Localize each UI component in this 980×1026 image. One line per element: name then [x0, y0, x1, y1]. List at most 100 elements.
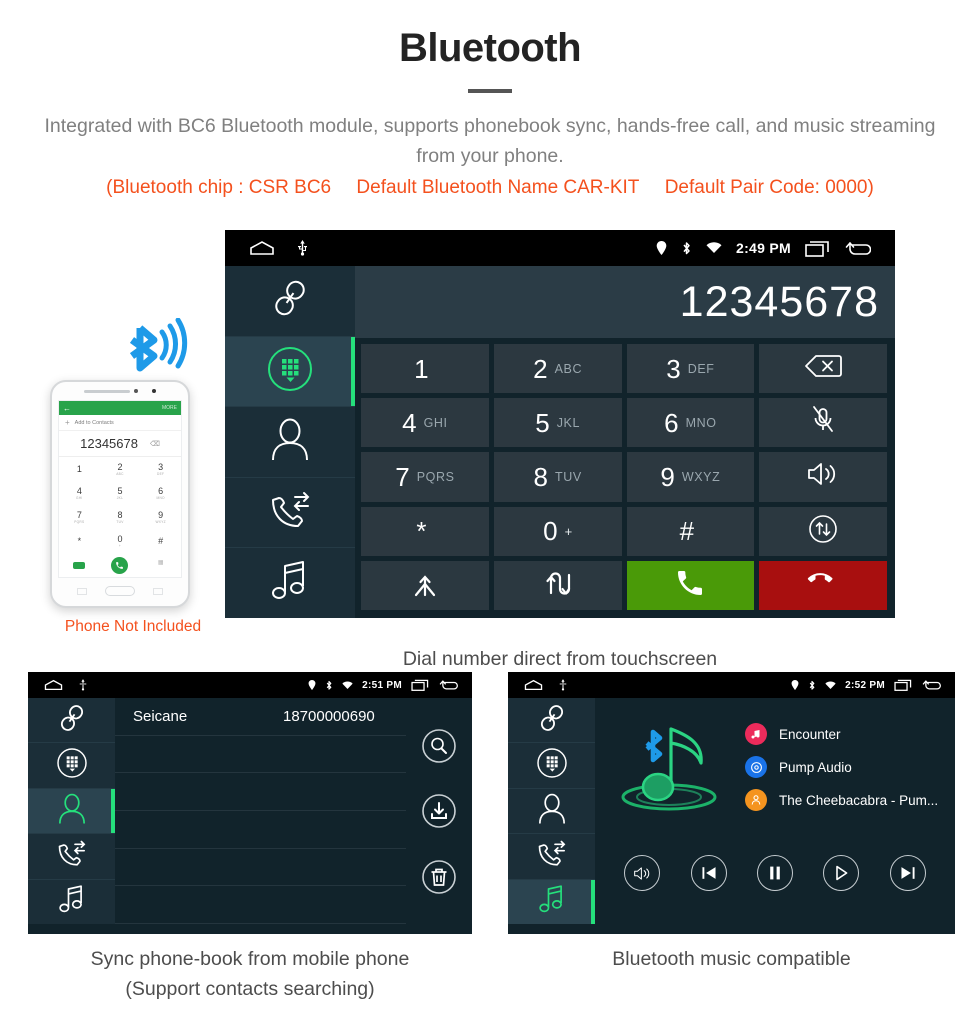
sidebar-item-call-history[interactable] [508, 834, 595, 880]
phone-screen: ← MORE + Add to Contacts 12345678 ⌫ 1 2A… [58, 400, 182, 578]
previous-button[interactable] [690, 855, 727, 891]
transfer-key[interactable] [759, 506, 887, 556]
recents-icon[interactable] [805, 240, 831, 257]
table-row[interactable] [115, 886, 406, 924]
phone-back-key [153, 587, 163, 595]
download-contacts-button[interactable] [421, 793, 457, 834]
sidebar-item-dialpad[interactable] [225, 336, 355, 408]
contacts-caption-line1: Sync phone-book from mobile phone [90, 948, 410, 970]
contacts-caption-line2: (Support contacts searching) [125, 978, 375, 1000]
key-letters: MNO [685, 415, 717, 430]
speaker-icon [806, 461, 840, 492]
swap-call-key[interactable] [493, 560, 622, 610]
music-screen: 2:52 PM Encounter Pump Audio The Cheebac… [508, 672, 955, 934]
key-star[interactable]: * [361, 506, 489, 556]
phone-key-digit: 0 [117, 533, 123, 544]
table-row[interactable] [115, 773, 406, 811]
call-key[interactable] [626, 560, 755, 610]
sidebar-item-music[interactable] [28, 880, 115, 924]
key-letters: WXYZ [681, 469, 721, 484]
sidebar-item-contacts[interactable] [225, 407, 355, 478]
sidebar-item-pair-link[interactable] [225, 266, 355, 337]
key-1[interactable]: 1 [361, 344, 489, 394]
key-5[interactable]: 5 JKL [493, 398, 622, 448]
recents-icon[interactable] [894, 679, 913, 691]
contact-person-icon [269, 416, 311, 467]
sidebar-item-dialpad[interactable] [28, 743, 115, 789]
table-row[interactable]: Seicane 18700000690 [115, 698, 406, 736]
end-call-key[interactable] [759, 560, 887, 610]
music-note-icon [270, 558, 310, 609]
main-screen-caption: Dial number direct from touchscreen [402, 648, 718, 670]
phone-backspace-icon: ⌫ [149, 440, 160, 448]
key-letters: ABC [554, 361, 583, 376]
key-hash[interactable]: # [626, 506, 755, 556]
key-3[interactable]: 3 DEF [626, 344, 755, 394]
plus-icon: + [65, 418, 70, 427]
delete-contacts-button[interactable] [421, 859, 457, 900]
mobile-phone-mockup: ← MORE + Add to Contacts 12345678 ⌫ 1 2A… [50, 380, 190, 608]
list-item[interactable]: The Cheebacabra - Pum... [745, 789, 938, 811]
sidebar-item-contacts[interactable] [508, 789, 595, 835]
call-history-icon [535, 838, 568, 874]
key-6[interactable]: 6 MNO [626, 398, 755, 448]
sidebar-item-dialpad[interactable] [508, 743, 595, 789]
status-time: 2:52 PM [845, 679, 885, 691]
home-icon[interactable] [249, 240, 275, 256]
table-row[interactable] [115, 811, 406, 849]
sidebar-item-music[interactable] [508, 879, 595, 925]
list-item[interactable]: Encounter [745, 723, 938, 745]
phone-key: 8 TUV [100, 505, 141, 529]
pause-button[interactable] [756, 855, 793, 891]
mute-key[interactable] [759, 398, 887, 448]
home-icon[interactable] [44, 679, 63, 691]
key-2[interactable]: 2 ABC [493, 344, 622, 394]
table-row[interactable] [115, 849, 406, 887]
main-dialer-screen: 2:49 PM 12345678 1 2 ABC 3 DEF 4 GHI 5 J… [225, 230, 895, 618]
recents-icon[interactable] [411, 679, 430, 691]
phone-key: 4 GHI [59, 481, 100, 505]
link-icon [537, 701, 567, 740]
dialpad-icon [266, 345, 314, 398]
next-button[interactable] [889, 855, 926, 891]
table-row[interactable] [115, 736, 406, 774]
home-icon[interactable] [524, 679, 543, 691]
artist-badge-icon [745, 789, 767, 811]
phone-key: # [140, 529, 181, 553]
sidebar-item-pair-link[interactable] [508, 698, 595, 744]
key-digit: 6 [664, 407, 679, 438]
key-9[interactable]: 9 WXYZ [626, 452, 755, 502]
phone-key: 9 WXYZ [140, 505, 181, 529]
bluetooth-icon [325, 680, 333, 691]
back-arrow-icon[interactable] [439, 679, 458, 691]
phone-key-digit: 5 [117, 485, 123, 496]
dialer-keypad: 1 2 ABC 3 DEF 4 GHI 5 JKL 6 MNO 7 PQRS 8 TUV 9W… [355, 338, 895, 618]
phone-add-contact-row: + Add to Contacts [59, 415, 181, 431]
back-arrow-icon[interactable] [922, 679, 941, 691]
speaker-key[interactable] [759, 452, 887, 502]
contacts-list[interactable]: Seicane 18700000690 [115, 698, 406, 924]
status-time: 2:51 PM [362, 679, 402, 691]
call-history-icon [55, 838, 88, 874]
key-8[interactable]: 8 TUV [493, 452, 622, 502]
key-7[interactable]: 7 PQRS [361, 452, 489, 502]
list-item[interactable]: Pump Audio [745, 756, 938, 778]
phone-key-digit: 9 [158, 509, 164, 520]
phone-key-letters: JKL [116, 495, 124, 500]
merge-call-key[interactable] [361, 560, 489, 610]
backspace-key[interactable] [759, 344, 887, 394]
sidebar-item-pair-link[interactable] [28, 698, 115, 744]
back-arrow-icon[interactable] [845, 240, 871, 257]
key-0[interactable]: 0 + [493, 506, 622, 556]
sidebar-item-music[interactable] [225, 548, 355, 618]
bluetooth-music-note-icon [595, 713, 745, 821]
sidebar-item-contacts[interactable] [28, 788, 115, 835]
phone-more-label: MORE [162, 405, 177, 411]
sidebar-item-call-history[interactable] [28, 834, 115, 880]
volume-button[interactable] [624, 855, 661, 891]
play-button[interactable] [823, 855, 860, 891]
sidebar-item-call-history[interactable] [225, 478, 355, 549]
key-4[interactable]: 4 GHI [361, 398, 489, 448]
status-bar: 2:51 PM [28, 672, 472, 698]
search-contacts-button[interactable] [421, 728, 457, 769]
